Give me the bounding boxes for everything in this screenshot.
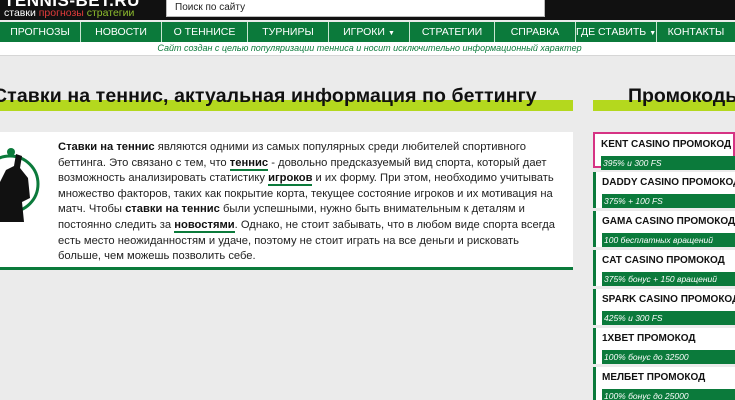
promo-name: CAT CASINO ПРОМОКОД: [602, 255, 725, 266]
promo-card[interactable]: DADDY CASINO ПРОМОКОД 375% + 100 FS: [593, 172, 735, 208]
promo-card[interactable]: GAMA CASINO ПРОМОКОД 100 бесплатных вращ…: [593, 211, 735, 247]
promo-bonus: 375% бонус + 150 вращений: [602, 272, 735, 286]
promo-bonus: 395% и 300 FS: [601, 156, 735, 170]
nav-item-kontakty[interactable]: КОНТАКТЫ: [657, 22, 735, 42]
top-bar: TENNIS-BET.RU ставки прогнозы стратегии …: [0, 0, 735, 20]
nav-item-igroki[interactable]: ИГРОКИ ▼: [329, 22, 409, 42]
tennis-player-icon: [0, 148, 40, 222]
nav-item-label: ГДЕ СТАВИТЬ: [576, 26, 647, 38]
keyword: ставки на теннис: [125, 203, 220, 216]
promo-bonus: 425% и 300 FS: [602, 311, 735, 325]
promo-name: SPARK CASINO ПРОМОКОД: [602, 294, 735, 305]
promo-bonus: 100% бонус до 25000: [602, 389, 735, 400]
search-input[interactable]: Поиск по сайту: [166, 0, 545, 17]
tagline-word: стратегии: [86, 7, 135, 19]
promo-card[interactable]: 1XBET ПРОМОКОД 100% бонус до 32500: [593, 328, 735, 364]
nav-item-prognozy[interactable]: ПРОГНОЗЫ: [0, 22, 80, 42]
disclaimer-banner: Сайт создан с целью популяризации теннис…: [0, 42, 735, 56]
nav-item-novosti[interactable]: НОВОСТИ: [81, 22, 161, 42]
nav-item-label: ИГРОКИ: [343, 26, 385, 38]
nav-item-gde-stavit[interactable]: ГДЕ СТАВИТЬ ▼: [576, 22, 656, 42]
promo-bonus: 100 бесплатных вращений: [602, 233, 735, 247]
page: TENNIS-BET.RU ставки прогнозы стратегии …: [0, 0, 735, 400]
logo-tagline: ставки прогнозы стратегии: [4, 7, 134, 19]
tagline-word: ставки: [4, 7, 36, 19]
promo-name: 1XBET ПРОМОКОД: [602, 333, 696, 344]
promo-name: KENT CASINO ПРОМОКОД: [601, 139, 732, 150]
promo-card[interactable]: KENT CASINO ПРОМОКОД 395% и 300 FS: [593, 132, 735, 170]
promo-name: МЕЛБЕТ ПРОМОКОД: [602, 372, 706, 383]
promo-name: GAMA CASINO ПРОМОКОД: [602, 216, 735, 227]
promo-bonus: 100% бонус до 32500: [602, 350, 735, 364]
nav-item-strategii[interactable]: СТРАТЕГИИ: [410, 22, 494, 42]
link-tennis[interactable]: теннис: [229, 156, 269, 171]
main-nav: ПРОГНОЗЫ НОВОСТИ О ТЕННИСЕ ТУРНИРЫ ИГРОК…: [0, 22, 735, 42]
article-card: Ставки на теннис являются одними из самы…: [0, 132, 573, 270]
nav-item-turniry[interactable]: ТУРНИРЫ: [248, 22, 328, 42]
promo-card[interactable]: CAT CASINO ПРОМОКОД 375% бонус + 150 вра…: [593, 250, 735, 286]
link-news[interactable]: новостями: [174, 218, 235, 233]
page-title: Ставки на теннис, актуальная информация …: [0, 85, 537, 107]
nav-item-o-tennise[interactable]: О ТЕННИСЕ: [162, 22, 247, 42]
tagline-word: прогнозы: [38, 7, 84, 19]
promo-name: DADDY CASINO ПРОМОКОД: [602, 177, 735, 188]
promo-bonus: 375% + 100 FS: [602, 194, 735, 208]
keyword: Ставки на теннис: [58, 141, 155, 153]
sidebar-title: Промокоды: [628, 85, 735, 107]
nav-item-spravka[interactable]: СПРАВКА: [495, 22, 575, 42]
link-players[interactable]: игроков: [268, 172, 313, 187]
article-body: Ставки на теннис являются одними из самы…: [58, 140, 558, 265]
promo-card[interactable]: МЕЛБЕТ ПРОМОКОД 100% бонус до 25000: [593, 367, 735, 400]
chevron-down-icon: ▼: [387, 30, 395, 37]
promo-card[interactable]: SPARK CASINO ПРОМОКОД 425% и 300 FS: [593, 289, 735, 325]
